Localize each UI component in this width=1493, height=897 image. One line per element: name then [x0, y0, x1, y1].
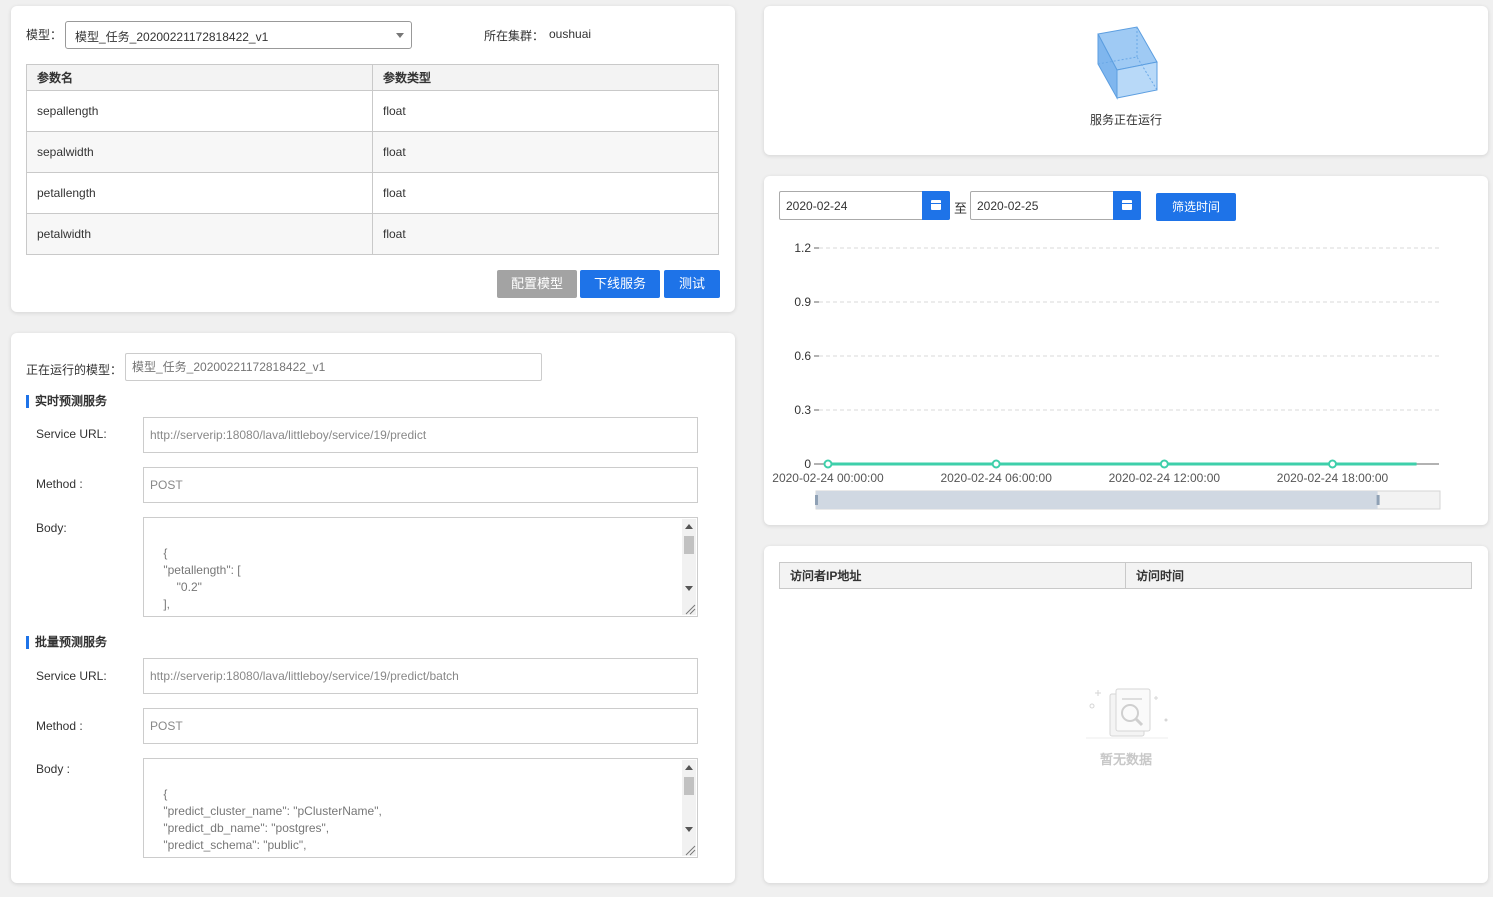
line-chart: 0 0.3 0.6 0.9 1.2 2020-02-24 00:00:00 2020-02… — [772, 241, 1441, 510]
data-point — [991, 459, 1001, 469]
model-select[interactable]: 模型_任务_20200221172818422_v1 — [65, 21, 412, 49]
y-tick-label: 0 — [804, 457, 811, 471]
zoom-selection[interactable] — [816, 491, 1378, 509]
param-name-cell: petallength — [26, 172, 373, 214]
table-row: petallength float — [26, 172, 719, 214]
table-row: petalwidth float — [26, 213, 719, 255]
scroll-thumb[interactable] — [684, 536, 694, 554]
y-tick-label: 1.2 — [794, 241, 811, 255]
batch-body-label: Body : — [36, 762, 71, 776]
x-tick-label: 2020-02-24 18:00:00 — [1277, 471, 1389, 485]
batch-url-label: Service URL: — [36, 669, 107, 683]
scroll-down-icon[interactable] — [685, 586, 693, 591]
service-panel: 正在运行的模型： 实时预测服务 Service URL: http://serv… — [11, 333, 735, 883]
empty-data-text: 暂无数据 — [1099, 752, 1152, 767]
batch-body-text: { "predict_cluster_name": "pClusterName"… — [163, 787, 382, 857]
param-type-cell: float — [372, 172, 719, 214]
realtime-url-field[interactable]: http://serverip:18080/lava/littleboy/ser… — [143, 417, 698, 453]
batch-section-title: 批量预测服务 — [26, 636, 107, 649]
column-header-visit-time: 访问时间 — [1125, 562, 1472, 589]
resize-grip-icon[interactable] — [682, 601, 696, 615]
batch-url-field[interactable]: http://serverip:18080/lava/littleboy/ser… — [143, 658, 698, 694]
resize-grip-icon[interactable] — [682, 842, 696, 856]
table-header-row: 参数名 参数类型 — [26, 64, 719, 91]
zoom-handle-right[interactable] — [1376, 495, 1380, 505]
configure-model-button[interactable]: 配置模型 — [497, 270, 577, 298]
batch-body-scrollbar[interactable] — [682, 760, 696, 856]
table-row: sepalwidth float — [26, 131, 719, 173]
table-header-row: 访问者IP地址 访问时间 — [779, 562, 1472, 589]
chart-panel: 至 筛选时间 00.30.60.91.2 2020-02-24 00:00:00… — [764, 176, 1488, 525]
data-point — [1327, 459, 1337, 469]
model-panel: 模型： 模型_任务_20200221172818422_v1 所在集群： ous… — [11, 6, 735, 312]
visitors-panel: 访问者IP地址 访问时间 暂无数据 — [764, 546, 1488, 883]
realtime-section-title: 实时预测服务 — [26, 395, 107, 408]
status-text: 服务正在运行 — [1089, 113, 1162, 127]
scroll-up-icon[interactable] — [685, 524, 693, 529]
realtime-method-field[interactable]: POST — [143, 467, 698, 503]
empty-data-icon — [1086, 688, 1168, 739]
running-model-input[interactable] — [125, 353, 542, 381]
batch-method-label: Method : — [36, 719, 83, 733]
cluster-value: oushuai — [549, 27, 592, 41]
column-header-param-name: 参数名 — [26, 64, 373, 91]
caret-down-icon — [396, 33, 404, 38]
param-type-cell: float — [372, 213, 719, 255]
param-name-cell: petalwidth — [26, 213, 373, 255]
realtime-method-label: Method : — [36, 477, 83, 491]
y-tick-label: 0.3 — [794, 403, 811, 417]
data-point — [1159, 459, 1169, 469]
x-tick-label: 2020-02-24 00:00:00 — [772, 471, 884, 485]
x-tick-label: 2020-02-24 06:00:00 — [940, 471, 1052, 485]
zoom-handle-left[interactable] — [815, 495, 818, 505]
cube-icon — [1097, 26, 1158, 100]
model-label: 模型： — [26, 28, 63, 42]
visitor-table: 访问者IP地址 访问时间 — [779, 562, 1472, 589]
scroll-thumb[interactable] — [684, 777, 694, 795]
y-tick-label: 0.6 — [794, 349, 811, 363]
param-name-cell: sepalwidth — [26, 131, 373, 173]
column-header-visitor-ip: 访问者IP地址 — [779, 562, 1126, 589]
realtime-url-label: Service URL: — [36, 427, 107, 441]
data-point — [823, 459, 833, 469]
column-header-param-type: 参数类型 — [372, 64, 719, 91]
x-tick-label: 2020-02-24 12:00:00 — [1109, 471, 1221, 485]
scroll-up-icon[interactable] — [685, 765, 693, 770]
test-button[interactable]: 测试 — [664, 270, 720, 298]
param-table: 参数名 参数类型 sepallength float sepalwidth fl… — [26, 64, 719, 255]
realtime-body-label: Body: — [36, 521, 67, 535]
realtime-body-text: { "petallength": [ "0.2" ], "petalwidth"… — [163, 546, 241, 616]
offline-service-button[interactable]: 下线服务 — [580, 270, 660, 298]
scroll-down-icon[interactable] — [685, 827, 693, 832]
param-type-cell: float — [372, 131, 719, 173]
realtime-body-scrollbar[interactable] — [682, 519, 696, 615]
batch-body-textarea[interactable]: { "predict_cluster_name": "pClusterName"… — [143, 758, 698, 858]
realtime-body-textarea[interactable]: { "petallength": [ "0.2" ], "petalwidth"… — [143, 517, 698, 617]
param-type-cell: float — [372, 90, 719, 132]
model-select-value: 模型_任务_20200221172818422_v1 — [75, 30, 269, 44]
param-name-cell: sepallength — [26, 90, 373, 132]
y-tick-label: 0.9 — [794, 295, 811, 309]
status-panel: 服务正在运行 — [764, 6, 1488, 155]
table-row: sepallength float — [26, 90, 719, 132]
batch-method-field[interactable]: POST — [143, 708, 698, 744]
running-model-label: 正在运行的模型： — [26, 363, 123, 377]
cluster-label: 所在集群： — [484, 29, 545, 43]
